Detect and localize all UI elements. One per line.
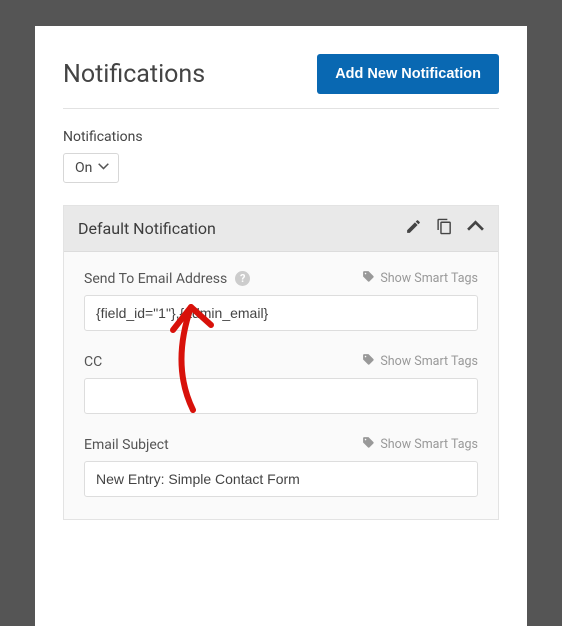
panel-header: Default Notification [64,206,498,252]
page-title: Notifications [63,60,205,89]
send-to-field: Send To Email Address ? Show Smart Tags [84,270,478,331]
panel-actions [405,218,484,239]
smart-tags-label: Show Smart Tags [380,354,478,369]
notifications-toggle-group: Notifications On [63,129,499,183]
tag-icon [362,270,375,287]
panel-title: Default Notification [78,219,216,238]
send-to-input[interactable] [84,295,478,331]
smart-tags-label: Show Smart Tags [380,437,478,452]
toggle-label: Notifications [63,129,499,145]
subject-input[interactable] [84,461,478,497]
smart-tags-link[interactable]: Show Smart Tags [362,436,478,453]
subject-field: Email Subject Show Smart Tags [84,436,478,497]
edit-icon[interactable] [405,218,422,239]
tag-icon [362,353,375,370]
send-to-label: Send To Email Address [84,271,227,287]
cc-field: CC Show Smart Tags [84,353,478,414]
smart-tags-link[interactable]: Show Smart Tags [362,353,478,370]
toggle-value: On [75,160,92,176]
help-icon[interactable]: ? [235,271,250,286]
header: Notifications Add New Notification [63,54,499,109]
notifications-toggle[interactable]: On [63,153,119,183]
settings-page: Notifications Add New Notification Notif… [35,26,527,626]
add-notification-button[interactable]: Add New Notification [317,54,499,94]
smart-tags-link[interactable]: Show Smart Tags [362,270,478,287]
panel-body: Send To Email Address ? Show Smart Tags [64,252,498,497]
smart-tags-label: Show Smart Tags [380,271,478,286]
tag-icon [362,436,375,453]
notification-panel: Default Notification Send To Email Addre… [63,205,499,520]
cc-input[interactable] [84,378,478,414]
chevron-up-icon[interactable] [467,218,484,239]
subject-label: Email Subject [84,437,169,453]
cc-label: CC [84,354,102,370]
chevron-down-icon [98,160,109,176]
duplicate-icon[interactable] [436,218,453,239]
